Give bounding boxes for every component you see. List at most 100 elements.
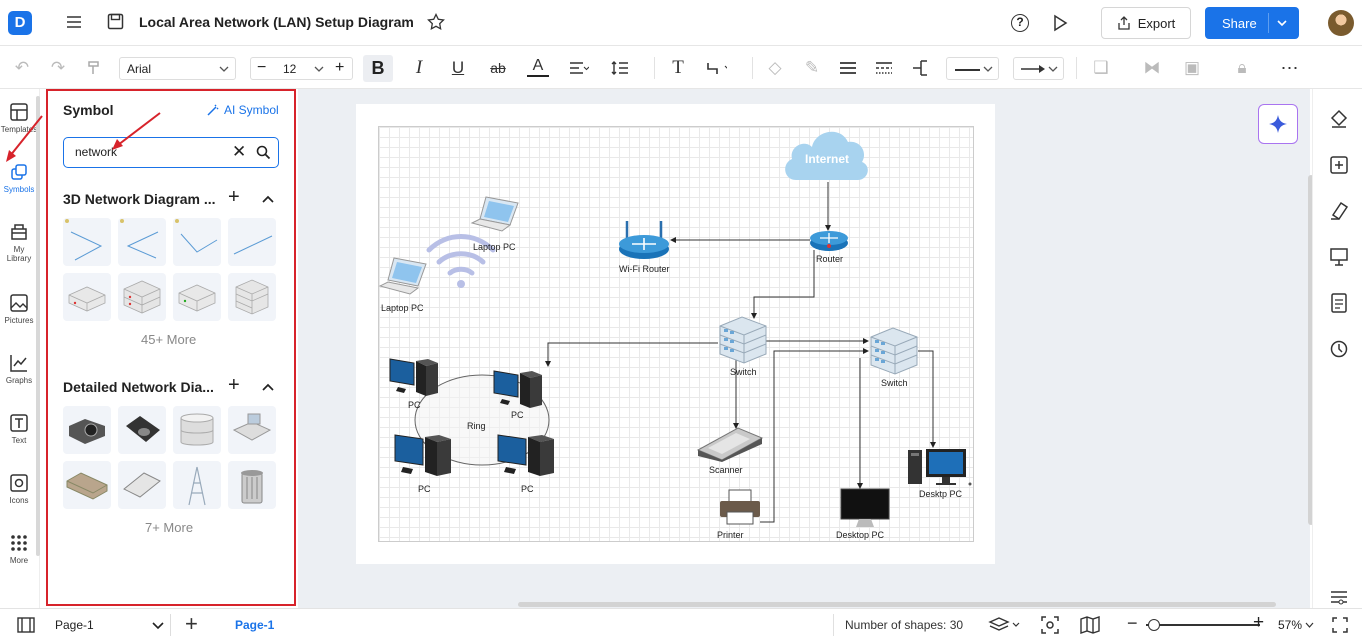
add-page-icon[interactable]: + xyxy=(185,611,198,637)
arrow-style-select[interactable] xyxy=(1013,57,1064,80)
menu-icon[interactable] xyxy=(66,14,82,30)
presentation-icon[interactable] xyxy=(1329,247,1349,267)
page-select[interactable]: Page-1 xyxy=(47,614,171,636)
app-logo[interactable]: D xyxy=(8,11,32,35)
laptop-icon[interactable] xyxy=(378,254,430,300)
chevron-down-icon[interactable] xyxy=(1276,18,1288,28)
fill-icon[interactable]: ◇ xyxy=(764,57,786,79)
symbol-hard-drive[interactable] xyxy=(63,461,111,509)
chevron-down-icon[interactable] xyxy=(314,65,324,73)
fill-bucket-icon[interactable] xyxy=(1329,109,1349,129)
symbol-external-disk[interactable] xyxy=(118,461,166,509)
symbol-scanner-device[interactable] xyxy=(118,406,166,454)
waypoint-icon[interactable] xyxy=(910,57,932,79)
save-icon[interactable] xyxy=(107,13,124,30)
rail-more[interactable]: More xyxy=(0,534,38,565)
font-family-select[interactable]: Arial xyxy=(119,57,236,80)
laptop-icon[interactable] xyxy=(470,193,522,237)
symbol-antenna-tower[interactable] xyxy=(173,461,221,509)
shadow-icon[interactable]: ❑ xyxy=(1090,57,1112,79)
chevron-up-icon[interactable] xyxy=(262,195,274,204)
clear-icon[interactable]: ✕ xyxy=(232,142,246,162)
flip-icon[interactable]: ⧓ xyxy=(1141,57,1163,79)
edit-shape-icon[interactable] xyxy=(1329,155,1349,175)
horizontal-scrollbar[interactable] xyxy=(518,602,1276,607)
line-spacing-icon[interactable] xyxy=(611,57,633,79)
desktop-monitor-icon[interactable] xyxy=(839,487,891,531)
symbol-3d-device-3[interactable] xyxy=(173,273,221,321)
zoom-level[interactable]: 57% xyxy=(1278,618,1314,632)
section-title[interactable]: 3D Network Diagram ... xyxy=(63,191,223,207)
layers-icon[interactable] xyxy=(988,616,1022,634)
symbol-3d-line-4[interactable] xyxy=(228,218,276,266)
symbol-3d-line-2[interactable] xyxy=(118,218,166,266)
add-section-icon[interactable]: + xyxy=(228,186,240,209)
italic-icon[interactable]: I xyxy=(408,57,430,79)
line-color-icon[interactable]: ✎ xyxy=(801,57,823,79)
text-tool-icon[interactable]: T xyxy=(667,57,689,79)
rail-pictures[interactable]: Pictures xyxy=(0,294,38,325)
rail-my-library[interactable]: My Library xyxy=(0,223,38,263)
export-button[interactable]: Export xyxy=(1101,7,1191,39)
map-icon[interactable] xyxy=(1080,616,1100,634)
symbol-3d-line-3[interactable] xyxy=(173,218,221,266)
search-icon[interactable] xyxy=(256,145,271,160)
play-icon[interactable] xyxy=(1051,14,1069,32)
panel-toggle-icon[interactable] xyxy=(17,617,35,633)
pc-icon[interactable] xyxy=(388,357,440,399)
symbol-trash-bin[interactable] xyxy=(228,461,276,509)
ai-symbol-button[interactable]: AI Symbol xyxy=(206,103,279,117)
redo-icon[interactable]: ↷ xyxy=(47,57,69,79)
line-weight-icon[interactable] xyxy=(837,57,859,79)
history-icon[interactable] xyxy=(1329,339,1349,359)
rail-icons[interactable]: Icons xyxy=(0,474,38,505)
plus-icon[interactable]: + xyxy=(335,59,344,77)
share-button[interactable]: Share xyxy=(1205,7,1299,39)
document-title[interactable]: Local Area Network (LAN) Setup Diagram xyxy=(139,14,414,30)
minus-icon[interactable]: − xyxy=(257,59,266,77)
rail-text[interactable]: Text xyxy=(0,414,38,445)
chevron-up-icon[interactable] xyxy=(262,383,274,392)
settings-sliders-icon[interactable] xyxy=(1329,587,1349,607)
switch-icon[interactable] xyxy=(716,314,770,364)
more-symbols-link[interactable]: 7+ More xyxy=(145,520,193,535)
switch-icon[interactable] xyxy=(867,325,921,375)
symbol-3d-device-2[interactable] xyxy=(118,273,166,321)
undo-icon[interactable]: ↶ xyxy=(11,57,33,79)
line-type-select[interactable] xyxy=(946,57,999,80)
avatar[interactable] xyxy=(1328,10,1354,36)
pc-icon[interactable] xyxy=(393,433,455,481)
symbol-database[interactable] xyxy=(173,406,221,454)
focus-icon[interactable] xyxy=(1041,616,1059,634)
align-icon[interactable] xyxy=(568,57,590,79)
zoom-slider[interactable] xyxy=(1146,619,1260,631)
star-icon[interactable] xyxy=(427,12,445,31)
zoom-in-icon[interactable]: + xyxy=(1253,612,1264,634)
ai-assistant-button[interactable] xyxy=(1258,104,1298,144)
scanner-icon[interactable] xyxy=(696,424,764,464)
wifi-router-icon[interactable] xyxy=(617,217,671,263)
underline-icon[interactable]: U xyxy=(447,57,469,79)
font-size-control[interactable]: − 12 + xyxy=(250,57,353,80)
zoom-out-icon[interactable]: − xyxy=(1127,613,1138,634)
zoom-slider-handle[interactable] xyxy=(1148,619,1160,631)
symbol-phone[interactable] xyxy=(228,406,276,454)
printer-icon[interactable] xyxy=(717,488,763,528)
symbol-projector[interactable] xyxy=(63,406,111,454)
symbol-3d-line-1[interactable] xyxy=(63,218,111,266)
more-icon[interactable]: ⋯ xyxy=(1279,57,1301,79)
section-title[interactable]: Detailed Network Dia... xyxy=(63,379,223,395)
add-section-icon[interactable]: + xyxy=(228,374,240,397)
more-symbols-link[interactable]: 45+ More xyxy=(141,332,196,347)
bold-icon[interactable]: B xyxy=(363,55,393,82)
connector-icon[interactable] xyxy=(705,57,727,79)
page-tab[interactable]: Page-1 xyxy=(235,618,274,632)
symbol-3d-device-1[interactable] xyxy=(63,273,111,321)
help-icon[interactable]: ? xyxy=(1011,14,1029,32)
router-icon[interactable] xyxy=(808,228,850,252)
fullscreen-icon[interactable] xyxy=(1332,617,1348,633)
desktop-pc-icon[interactable] xyxy=(906,447,972,489)
format-painter-icon[interactable] xyxy=(83,57,105,79)
lock-icon[interactable]: 🔒︎ xyxy=(1231,57,1253,79)
pc-icon[interactable] xyxy=(496,433,558,481)
